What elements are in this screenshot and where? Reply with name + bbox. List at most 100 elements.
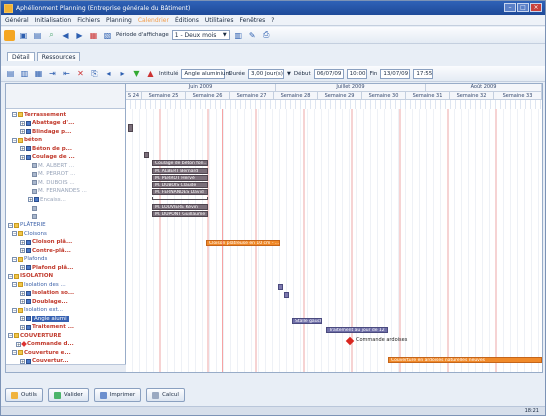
expand-toggle-icon[interactable]: − <box>12 350 17 355</box>
indent-icon[interactable]: ⇥ <box>47 68 58 79</box>
arrow-left-icon[interactable]: ◂ <box>103 68 114 79</box>
delete-icon[interactable]: ✕ <box>75 68 86 79</box>
outils-button[interactable]: Outils <box>5 388 43 402</box>
maximize-icon[interactable]: □ <box>517 3 529 12</box>
gantt-bar-cloison[interactable]: Cloison plâtreuse en 10 cm - ... <box>206 240 280 246</box>
tree-item[interactable]: + Blindage p... <box>20 128 71 135</box>
expand-toggle-icon[interactable]: + <box>20 154 25 160</box>
gantt-bar-small-1[interactable] <box>278 284 283 290</box>
duree-input[interactable]: 3,00 Jour(s) <box>248 68 284 79</box>
intitule-input[interactable]: Angle aluminium <box>181 68 231 79</box>
tree-item[interactable]: + Angle alumi <box>20 315 69 322</box>
tree-item[interactable]: M. PERROT ... <box>32 171 75 178</box>
tree-item[interactable]: − Isolation des ... <box>12 281 66 288</box>
expand-toggle-icon[interactable]: − <box>12 282 17 287</box>
gantt-bar-resource-albert[interactable]: M. ALBERT Bernard <box>152 168 208 174</box>
menu-fenetres[interactable]: Fenêtres <box>239 17 265 24</box>
tree-item[interactable]: − PLÂTERIE <box>8 222 46 229</box>
tree-scrollbar[interactable] <box>6 364 126 372</box>
calcul-button[interactable]: Calcul <box>146 388 185 402</box>
menu-calendrier[interactable]: Calendrier <box>138 17 169 24</box>
tree-item[interactable] <box>32 205 38 212</box>
tree-item[interactable]: + Béton de p... <box>20 145 72 152</box>
tree-item[interactable]: + Traitement ... <box>20 324 74 331</box>
tree-item[interactable]: − Plafonds <box>12 256 47 263</box>
tree-item[interactable]: + Contre-plâ... <box>20 247 71 254</box>
expand-toggle-icon[interactable]: + <box>20 248 25 253</box>
gantt-bar-beton[interactable] <box>144 152 149 158</box>
display-period-select[interactable]: 1 - Deux mois ▼ <box>171 30 230 40</box>
menu-initialisation[interactable]: Initialisation <box>35 17 72 24</box>
tree-item[interactable]: + Encaiss... <box>28 196 66 203</box>
previous-icon[interactable]: ◀ <box>60 30 71 41</box>
tree-item[interactable]: + Abattage d'... <box>20 120 74 127</box>
duree-dropdown-icon[interactable]: ▼ <box>287 71 291 77</box>
expand-toggle-icon[interactable]: + <box>20 129 25 134</box>
menu-planning[interactable]: Planning <box>106 17 132 24</box>
gantt-bar-resource-louviere[interactable]: M. LOUVIERE Kévin <box>152 204 208 210</box>
menu-fichiers[interactable]: Fichiers <box>77 17 100 24</box>
gantt-milestone-commande[interactable] <box>345 336 355 346</box>
menu-help[interactable]: ? <box>271 17 274 24</box>
tree-item[interactable]: − béton <box>12 137 42 144</box>
debut-time-input[interactable]: 10:00 <box>346 68 367 79</box>
gantt-bar-resource-dupont[interactable]: M. DUPONT Guillaume <box>152 211 208 217</box>
tree-item[interactable]: + Doublage... <box>20 298 68 305</box>
tab-detail[interactable]: Détail <box>7 52 35 61</box>
gantt-bar-traitement[interactable]: Traitement au jour de 12 <box>326 327 388 333</box>
options-icon[interactable]: ✎ <box>247 30 258 41</box>
gantt-bar-isolation[interactable]: Stalle gauche <box>292 318 322 324</box>
expand-toggle-icon[interactable]: + <box>20 324 25 330</box>
filter-icon[interactable]: ▼ <box>131 68 142 79</box>
tree-item[interactable]: M. DUBOIS ... <box>32 179 75 186</box>
valider-button[interactable]: Valider <box>47 388 89 402</box>
tree-item[interactable]: − Isolation ext... <box>12 307 63 314</box>
outline-icon[interactable]: ▥ <box>19 68 30 79</box>
debut-date-input[interactable]: 06/07/09 <box>313 68 344 79</box>
fin-date-input[interactable]: 13/07/09 <box>380 68 411 79</box>
menu-utilitaires[interactable]: Utilitaires <box>205 17 234 24</box>
search-icon[interactable]: ⌕ <box>46 30 57 41</box>
tree-item[interactable] <box>32 213 38 220</box>
copy-icon[interactable]: ⎘ <box>89 68 100 79</box>
tree-item[interactable]: M. ALBERT ... <box>32 162 74 169</box>
gantt-bar-resource-fernandes[interactable]: M. FERNANDES David <box>152 189 208 195</box>
tree-item[interactable]: + Commande d... <box>16 341 74 348</box>
expand-toggle-icon[interactable]: + <box>20 265 25 270</box>
expand-toggle-icon[interactable]: − <box>12 112 17 117</box>
expand-toggle-icon[interactable]: − <box>8 222 13 228</box>
gantt-bar-coulage[interactable]: Coulage de béton fon... <box>152 160 208 166</box>
fin-time-input[interactable]: 17:55 <box>413 68 434 79</box>
tree-item[interactable]: − Terrassement <box>12 111 66 118</box>
expand-toggle-icon[interactable]: − <box>12 256 17 262</box>
menu-general[interactable]: Général <box>5 17 29 24</box>
imprimer-button[interactable]: Imprimer <box>93 388 142 402</box>
gantt-bar-resource-dubois[interactable]: M. DUBOIS Claude <box>152 182 208 188</box>
expand-toggle-icon[interactable]: + <box>20 316 25 321</box>
expand-toggle-icon[interactable]: + <box>20 358 25 364</box>
expand-toggle-icon[interactable]: − <box>12 231 17 236</box>
expand-toggle-icon[interactable]: + <box>20 290 25 296</box>
close-icon[interactable]: × <box>530 3 542 12</box>
expand-toggle-icon[interactable]: + <box>20 299 25 304</box>
gantt-bar-couverture[interactable]: Couverture en ardoises naturelles neuves <box>388 357 542 363</box>
tree-item[interactable]: M. FERNANDES ... <box>32 188 87 195</box>
calendar-icon[interactable]: ▦ <box>88 30 99 41</box>
grid-icon[interactable]: ▧ <box>102 30 113 41</box>
expand-toggle-icon[interactable]: − <box>12 137 17 143</box>
outdent-icon[interactable]: ⇤ <box>61 68 72 79</box>
expand-toggle-icon[interactable]: − <box>8 333 13 338</box>
tree-item[interactable]: + Isolation so... <box>20 290 74 297</box>
tab-ressources[interactable]: Ressources <box>36 52 81 61</box>
tree-item[interactable]: + Cloison plâ... <box>20 239 72 246</box>
tree-item[interactable]: − Cloisons <box>12 230 47 237</box>
tree-item[interactable]: − ISOLATION <box>8 273 53 280</box>
gantt-bar-small-2[interactable] <box>284 292 289 298</box>
expand-toggle-icon[interactable]: + <box>20 146 25 151</box>
minimize-icon[interactable]: – <box>504 3 516 12</box>
expand-toggle-icon[interactable]: − <box>12 307 17 313</box>
export-icon[interactable]: ⎙ <box>261 30 272 41</box>
expand-toggle-icon[interactable]: − <box>8 273 13 279</box>
gantt-bar-resource-perrot[interactable]: M. PERROT Hervé <box>152 175 208 181</box>
link-icon[interactable]: ▦ <box>33 68 44 79</box>
